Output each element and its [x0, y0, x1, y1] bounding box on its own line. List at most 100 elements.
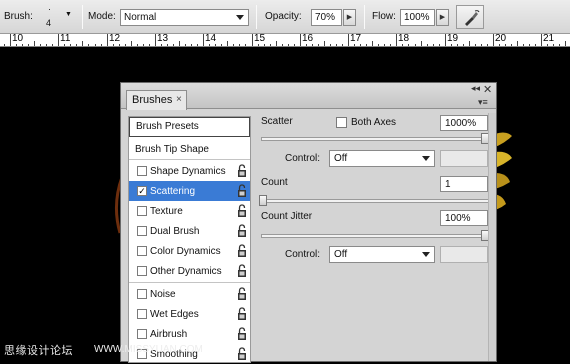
- sidebar-item-scattering[interactable]: ✓ Scattering: [129, 181, 250, 201]
- ruler-label: 11: [60, 34, 71, 44]
- watermark-text: 思缘设计论坛: [4, 345, 73, 357]
- lock-icon[interactable]: [237, 347, 247, 361]
- sidebar-item-noise[interactable]: Noise: [129, 284, 250, 304]
- brush-presets-label: Brush Presets: [136, 121, 199, 132]
- count-jitter-input[interactable]: 100%: [440, 210, 488, 226]
- brush-size-value: 4: [46, 18, 52, 28]
- sidebar-item-other-dynamics[interactable]: Other Dynamics: [129, 261, 250, 281]
- ruler-label: 12: [109, 34, 121, 44]
- sidebar-item-shape-dynamics[interactable]: Shape Dynamics: [129, 161, 250, 181]
- scattering-label: Scattering: [150, 186, 196, 197]
- scatter-control-value: Off: [334, 153, 348, 164]
- flow-label: Flow:: [372, 11, 396, 22]
- dual-brush-checkbox[interactable]: [137, 226, 147, 236]
- both-axes-label: Both Axes: [351, 117, 397, 128]
- both-axes-checkbox[interactable]: [336, 117, 347, 128]
- brush-tip-shape-item[interactable]: Brush Tip Shape: [129, 139, 250, 159]
- airbrush-icon: [465, 10, 480, 26]
- lock-icon[interactable]: [237, 287, 247, 301]
- brush-picker[interactable]: · 4 ▼: [40, 4, 76, 30]
- color-dynamics-label: Color Dynamics: [150, 246, 221, 257]
- brush-presets-button[interactable]: Brush Presets: [129, 117, 250, 137]
- collapse-icon[interactable]: ◂◂: [471, 83, 480, 94]
- sidebar-item-airbrush[interactable]: Airbrush: [129, 324, 250, 344]
- lock-icon[interactable]: [237, 327, 247, 341]
- sidebar-item-color-dynamics[interactable]: Color Dynamics: [129, 241, 250, 261]
- noise-checkbox[interactable]: [137, 289, 147, 299]
- chevron-down-icon: [422, 156, 430, 161]
- scatter-slider-track[interactable]: [261, 137, 489, 141]
- ruler-label: 21: [543, 34, 555, 44]
- lock-icon[interactable]: [237, 164, 247, 178]
- lock-icon[interactable]: [237, 307, 247, 321]
- dual-brush-label: Dual Brush: [150, 226, 200, 237]
- opacity-label: Opacity:: [265, 11, 302, 22]
- options-bar: Brush: · 4 ▼ Mode: Normal Opacity: 70% ▶…: [0, 0, 570, 34]
- count-jitter-control-value: Off: [334, 249, 348, 260]
- chevron-down-icon: [422, 252, 430, 257]
- ruler-label: 20: [495, 34, 507, 44]
- panel-scrollbar[interactable]: [488, 113, 496, 361]
- count-slider-track[interactable]: [261, 199, 489, 203]
- count-input[interactable]: 1: [440, 176, 488, 192]
- ruler-label: 19: [447, 34, 459, 44]
- count-jitter-label: Count Jitter: [261, 211, 313, 222]
- scatter-control-label: Control:: [285, 153, 321, 164]
- brush-tip-shape-label: Brush Tip Shape: [135, 144, 209, 155]
- flow-input[interactable]: 100%: [400, 9, 435, 26]
- sidebar-item-dual-brush[interactable]: Dual Brush: [129, 221, 250, 241]
- chevron-right-icon: ▶: [439, 14, 446, 21]
- tab-label: Brushes: [132, 94, 173, 106]
- mode-label: Mode:: [88, 11, 116, 22]
- scatter-input[interactable]: 1000%: [440, 115, 488, 131]
- tab-brushes[interactable]: Brushes ×: [126, 90, 187, 110]
- count-slider-thumb[interactable]: [259, 195, 267, 206]
- count-jitter-control-select[interactable]: Off: [329, 246, 435, 263]
- ruler-label: 16: [302, 34, 314, 44]
- wet-edges-checkbox[interactable]: [137, 309, 147, 319]
- brushes-panel: ◂◂ ✕ ▾≡ Brushes × Brush Presets Brush Ti…: [120, 82, 497, 363]
- brush-settings-list: Brush Presets Brush Tip Shape Shape Dyna…: [128, 116, 251, 363]
- lock-icon[interactable]: [237, 244, 247, 258]
- count-value: 1: [445, 179, 451, 190]
- shape-dynamics-checkbox[interactable]: [137, 166, 147, 176]
- ruler-label: 14: [205, 34, 217, 44]
- lock-icon[interactable]: [237, 264, 247, 278]
- airbrush-label: Airbrush: [150, 329, 188, 340]
- other-dynamics-checkbox[interactable]: [137, 266, 147, 276]
- panel-menu-icon[interactable]: ▾≡: [478, 97, 488, 108]
- count-jitter-control-label: Control:: [285, 249, 321, 260]
- count-jitter-slider-track[interactable]: [261, 234, 489, 238]
- texture-checkbox[interactable]: [137, 206, 147, 216]
- lock-icon[interactable]: [237, 224, 247, 238]
- count-jitter-control-field-disabled: [440, 246, 488, 263]
- mode-value: Normal: [124, 12, 157, 23]
- wet-edges-label: Wet Edges: [150, 309, 199, 320]
- airbrush-toggle[interactable]: [456, 5, 484, 29]
- lock-icon[interactable]: [237, 184, 247, 198]
- opacity-slider-button[interactable]: ▶: [343, 9, 356, 26]
- chevron-down-icon: ▼: [65, 11, 72, 18]
- separator: [364, 5, 365, 29]
- scattering-checkbox[interactable]: ✓: [137, 186, 147, 196]
- sidebar-item-wet-edges[interactable]: Wet Edges: [129, 304, 250, 324]
- divider: [129, 159, 250, 160]
- divider: [129, 282, 250, 283]
- horizontal-ruler[interactable]: 10 11 12 13 14 15 16 17 18 19 20 21: [0, 34, 570, 47]
- airbrush-checkbox[interactable]: [137, 329, 147, 339]
- other-dynamics-label: Other Dynamics: [150, 266, 222, 277]
- sidebar-item-texture[interactable]: Texture: [129, 201, 250, 221]
- flow-slider-button[interactable]: ▶: [436, 9, 449, 26]
- ruler-label: 13: [157, 34, 169, 44]
- close-icon[interactable]: ✕: [483, 83, 492, 96]
- separator: [82, 5, 83, 29]
- ruler-label: 15: [254, 34, 266, 44]
- lock-icon[interactable]: [237, 204, 247, 218]
- mode-select[interactable]: Normal: [120, 9, 249, 26]
- color-dynamics-checkbox[interactable]: [137, 246, 147, 256]
- tab-close-icon[interactable]: ×: [176, 94, 182, 105]
- scatter-control-select[interactable]: Off: [329, 150, 435, 167]
- ruler-label: 18: [398, 34, 410, 44]
- opacity-input[interactable]: 70%: [311, 9, 342, 26]
- shape-dynamics-label: Shape Dynamics: [150, 166, 226, 177]
